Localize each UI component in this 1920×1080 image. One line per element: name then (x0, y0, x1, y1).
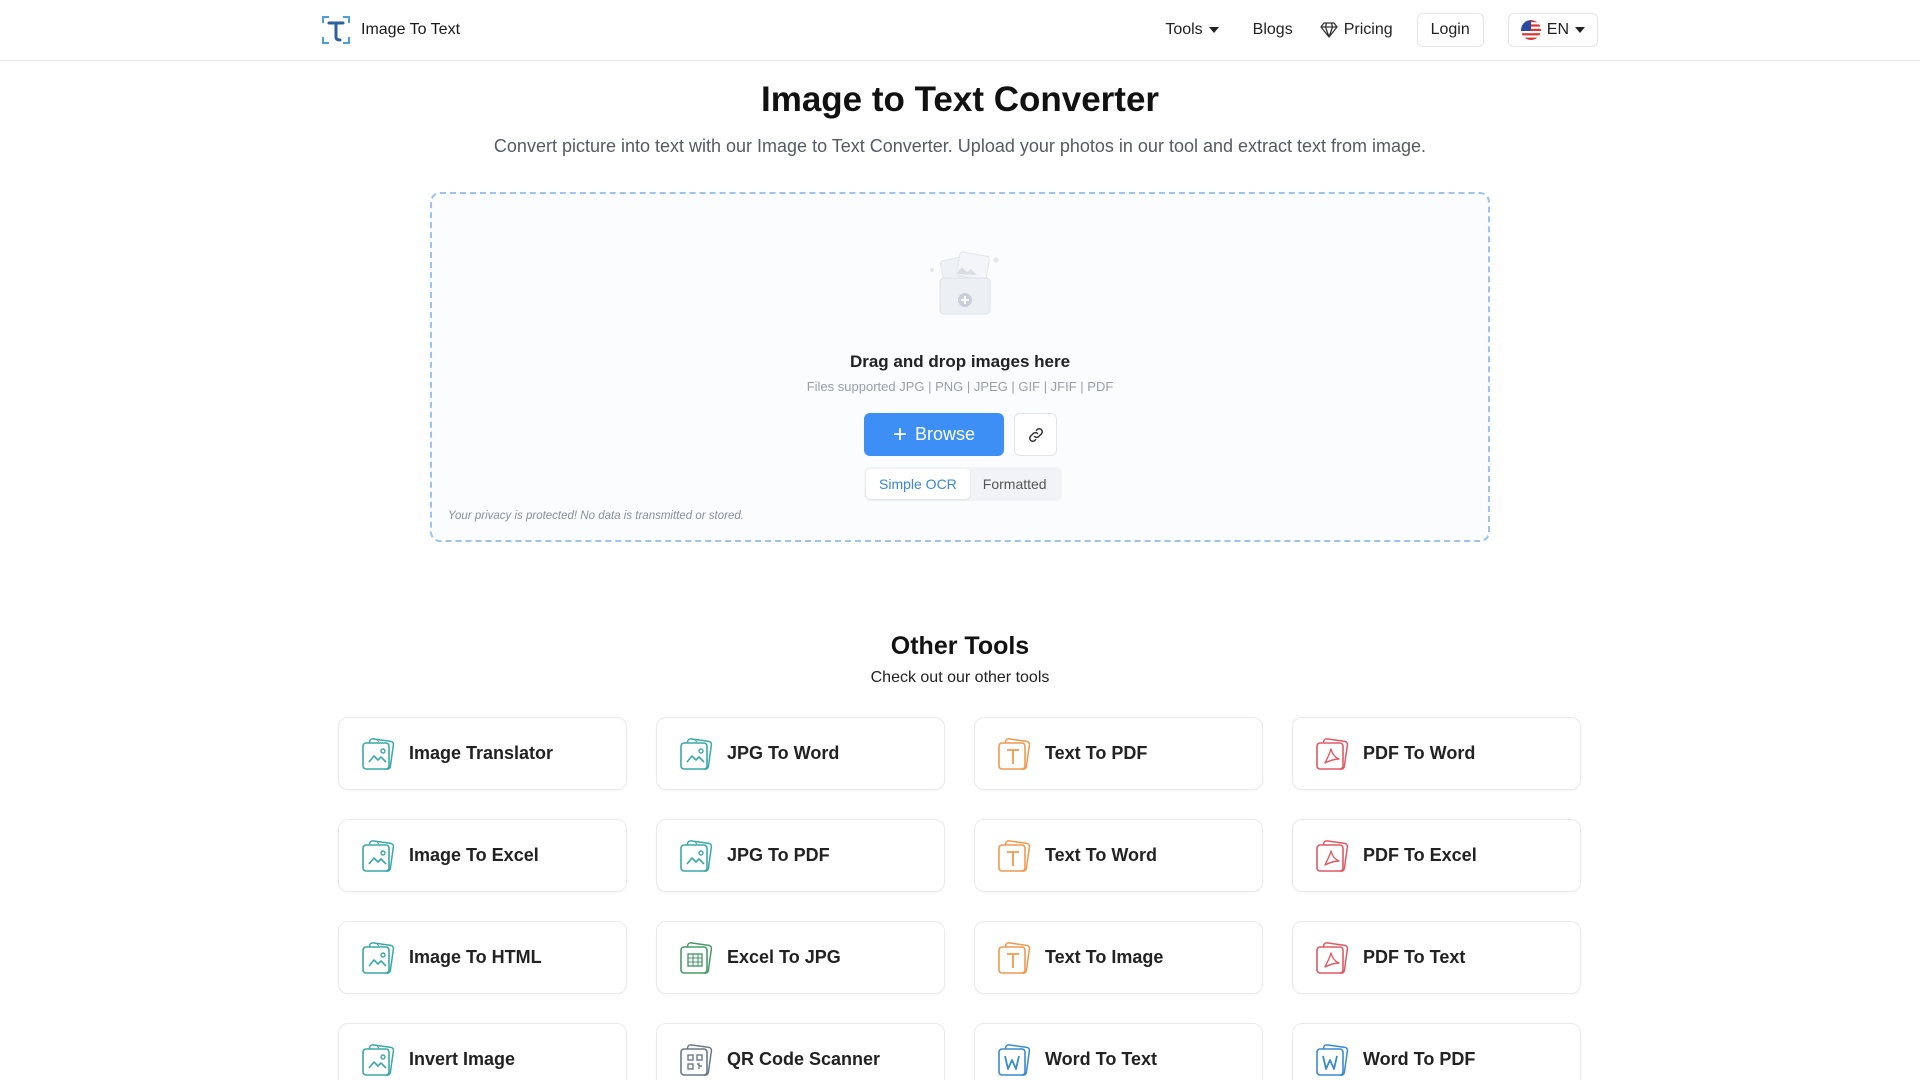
upload-illustration-icon (930, 251, 999, 315)
tool-card[interactable]: Text To PDF (974, 717, 1263, 790)
tool-card[interactable]: Image To HTML (338, 921, 627, 994)
tool-card-label: Excel To JPG (727, 947, 841, 967)
other-tools-title: Other Tools (890, 632, 1030, 660)
text-file-icon (998, 839, 1031, 872)
tool-card-label: QR Code Scanner (727, 1049, 881, 1069)
tool-card-label: Word To Text (1045, 1049, 1157, 1069)
ocr-mode-toggle: Simple OCR Formatted (864, 467, 1062, 501)
brand-link[interactable]: Image To Text (321, 14, 460, 46)
tool-card[interactable]: JPG To PDF (656, 819, 945, 892)
brand-name: Image To Text (361, 21, 461, 38)
tool-card[interactable]: Word To PDF (1292, 1023, 1581, 1080)
tool-card-label: PDF To Excel (1363, 845, 1477, 865)
tool-card[interactable]: Image To Excel (338, 819, 627, 892)
image-file-icon (680, 737, 713, 770)
dropzone-title: Drag and drop images here (849, 352, 1071, 371)
tool-card-label: PDF To Word (1363, 743, 1476, 763)
image-file-icon (362, 941, 395, 974)
image-file-icon (362, 1043, 395, 1076)
tool-card[interactable]: Invert Image (338, 1023, 627, 1080)
tool-card[interactable]: Text To Image (974, 921, 1263, 994)
tool-card-label: Text To Word (1045, 845, 1157, 865)
qr-file-icon (680, 1043, 713, 1076)
tool-card-label: Image Translator (409, 743, 554, 763)
language-selector[interactable]: EN (1507, 13, 1598, 47)
pdf-file-icon (1316, 737, 1349, 770)
privacy-note: Your privacy is protected! No data is tr… (448, 510, 744, 522)
nav-pricing-link[interactable]: Pricing (1320, 21, 1393, 39)
text-file-icon (998, 737, 1031, 770)
caret-down-icon (1208, 27, 1219, 33)
other-tools-subtitle: Check out our other tools (870, 669, 1050, 686)
pdf-file-icon (1316, 941, 1349, 974)
login-button[interactable]: Login (1416, 13, 1484, 47)
browse-label: Browse (914, 424, 976, 444)
main-nav: Tools Blogs Pricing Login EN (1165, 12, 1598, 48)
tool-card-label: PDF To Text (1363, 947, 1466, 967)
tool-card[interactable]: PDF To Word (1292, 717, 1581, 790)
nav-pricing-label: Pricing (1343, 21, 1393, 38)
tool-card-label: Word To PDF (1363, 1049, 1476, 1069)
tool-card[interactable]: QR Code Scanner (656, 1023, 945, 1080)
login-label: Login (1430, 21, 1470, 38)
diamond-icon (1320, 22, 1338, 38)
pdf-file-icon (1316, 839, 1349, 872)
link-icon (1028, 427, 1043, 442)
tool-card[interactable]: JPG To Word (656, 717, 945, 790)
page-subtitle: Convert picture into text with our Image… (493, 136, 1427, 156)
nav-tools-label: Tools (1165, 21, 1203, 38)
site-header: Image To Text Tools Blogs Pricing Login (0, 0, 1920, 61)
us-flag-icon (1520, 20, 1541, 40)
excel-file-icon (680, 941, 713, 974)
tool-card-label: Image To Excel (409, 845, 539, 865)
tool-card-label: Text To PDF (1045, 743, 1148, 763)
tool-card[interactable]: PDF To Excel (1292, 819, 1581, 892)
url-upload-button[interactable] (1014, 413, 1057, 456)
tool-card[interactable]: Text To Word (974, 819, 1263, 892)
mode-formatted[interactable]: Formatted (970, 469, 1060, 499)
mode-simple-ocr[interactable]: Simple OCR (866, 469, 970, 499)
tool-card[interactable]: PDF To Text (1292, 921, 1581, 994)
tool-card[interactable]: Excel To JPG (656, 921, 945, 994)
upload-dropzone[interactable]: Drag and drop images here Files supporte… (430, 192, 1490, 542)
nav-tools-dropdown[interactable]: Tools (1165, 21, 1219, 39)
supported-formats: Files supported JPG | PNG | JPEG | GIF |… (806, 379, 1114, 394)
text-file-icon (998, 941, 1031, 974)
word-file-icon (1316, 1043, 1349, 1076)
page-title: Image to Text Converter (760, 80, 1160, 119)
browse-button[interactable]: + Browse (864, 413, 1004, 456)
tool-card-label: Invert Image (409, 1049, 516, 1069)
image-file-icon (362, 839, 395, 872)
tool-card-label: Text To Image (1045, 947, 1164, 967)
tool-card-label: Image To HTML (409, 947, 542, 967)
plus-icon: + (892, 420, 907, 448)
tools-grid: Image Translator JPG To Word Text To PDF PD… (338, 717, 1583, 1080)
image-file-icon (680, 839, 713, 872)
language-label: EN (1546, 21, 1569, 38)
word-file-icon (998, 1043, 1031, 1076)
image-file-icon (362, 737, 395, 770)
tool-card[interactable]: Image Translator (338, 717, 627, 790)
tool-card-label: JPG To PDF (727, 845, 830, 865)
nav-blogs-label: Blogs (1252, 21, 1293, 38)
brand-logo-icon (322, 16, 350, 44)
tool-card[interactable]: Word To Text (974, 1023, 1263, 1080)
caret-down-icon (1575, 27, 1585, 33)
nav-blogs-link[interactable]: Blogs (1253, 21, 1293, 39)
tool-card-label: JPG To Word (727, 743, 840, 763)
